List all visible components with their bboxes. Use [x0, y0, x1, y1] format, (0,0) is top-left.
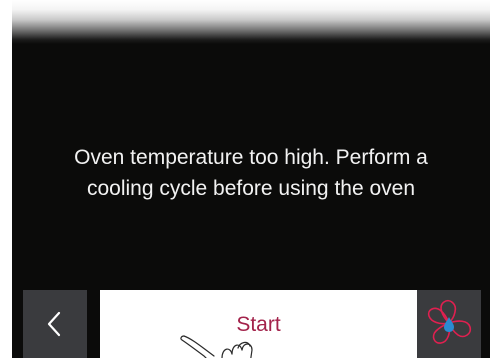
chevron-left-icon: [47, 311, 61, 337]
device-photo: Oven temperature too high. Perform a coo…: [0, 0, 490, 358]
overheat-message: Oven temperature too high. Perform a coo…: [12, 142, 490, 204]
screen-glare: [12, 0, 490, 44]
overheat-message-line-2: cooling cycle before using the oven: [86, 177, 416, 200]
cooling-cycle-button[interactable]: [417, 290, 481, 358]
oven-display: Oven temperature too high. Perform a coo…: [12, 0, 490, 358]
overheat-message-line-1: Oven temperature too high. Perform a: [74, 146, 428, 169]
back-button[interactable]: [23, 290, 87, 358]
start-button[interactable]: Start: [100, 290, 417, 358]
hand-tap-icon: [180, 335, 253, 358]
fan-water-drop-icon: [427, 299, 472, 344]
